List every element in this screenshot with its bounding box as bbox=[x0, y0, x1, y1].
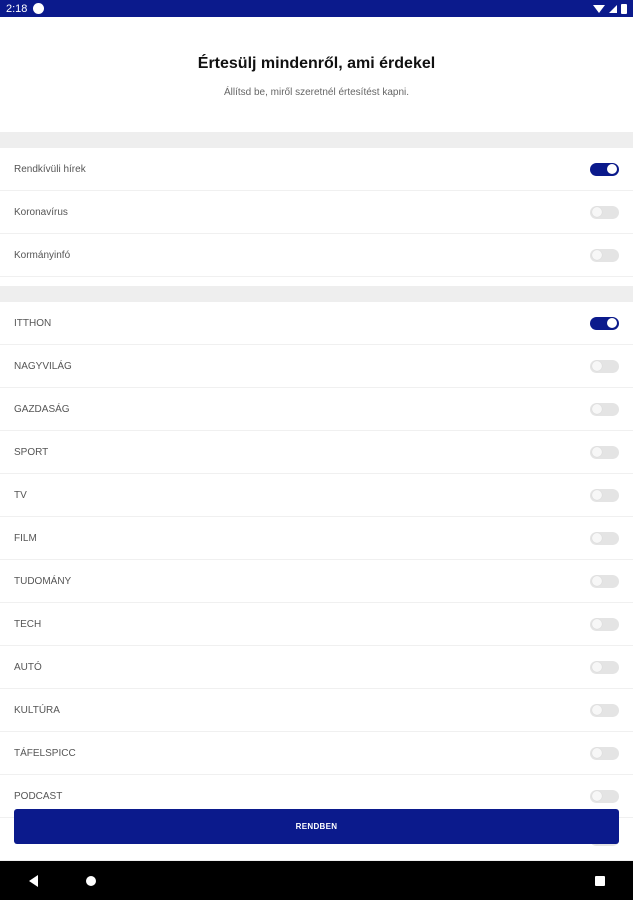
back-icon[interactable] bbox=[29, 875, 38, 887]
toggle-knob bbox=[592, 662, 602, 672]
page-subtitle: Állítsd be, miről szeretnél értesítést k… bbox=[223, 87, 410, 98]
notification-row[interactable]: TV bbox=[0, 474, 633, 517]
status-bar: 2:18 bbox=[0, 0, 633, 17]
notification-toggle[interactable] bbox=[590, 746, 619, 760]
notification-toggle[interactable] bbox=[590, 162, 619, 176]
notification-row[interactable]: TÁFELSPICC bbox=[0, 732, 633, 775]
notification-toggle[interactable] bbox=[590, 205, 619, 219]
notification-row[interactable]: Kormányinfó bbox=[0, 234, 633, 277]
notification-toggle[interactable] bbox=[590, 531, 619, 545]
notification-row-label: TV bbox=[14, 489, 27, 501]
notification-row[interactable]: Rendkívüli hírek bbox=[0, 148, 633, 191]
notification-toggle[interactable] bbox=[590, 248, 619, 262]
section-divider bbox=[0, 132, 633, 148]
section-divider bbox=[0, 286, 633, 302]
toggle-knob bbox=[592, 447, 602, 457]
notification-toggle[interactable] bbox=[590, 316, 619, 330]
toggle-knob bbox=[607, 164, 617, 174]
notification-row-label: Rendkívüli hírek bbox=[14, 163, 86, 175]
toggle-knob bbox=[592, 361, 602, 371]
notification-toggle[interactable] bbox=[590, 703, 619, 717]
toggle-knob bbox=[592, 619, 602, 629]
notification-row-label: PODCAST bbox=[14, 790, 63, 802]
ok-button[interactable]: RENDBEN bbox=[14, 809, 619, 844]
signal-icon bbox=[609, 4, 617, 13]
home-icon[interactable] bbox=[86, 876, 96, 886]
toggle-knob bbox=[592, 207, 602, 217]
notification-toggle[interactable] bbox=[590, 488, 619, 502]
toggle-knob bbox=[592, 533, 602, 543]
status-time: 2:18 bbox=[6, 2, 28, 15]
notification-row-label: FILM bbox=[14, 532, 37, 544]
toggle-knob bbox=[592, 250, 602, 260]
toggle-knob bbox=[592, 576, 602, 586]
toggle-knob bbox=[592, 404, 602, 414]
notification-toggle[interactable] bbox=[590, 359, 619, 373]
notification-row[interactable]: FILM bbox=[0, 517, 633, 560]
toggle-knob bbox=[607, 318, 617, 328]
notification-toggle[interactable] bbox=[590, 660, 619, 674]
toggle-knob bbox=[592, 791, 602, 801]
page-title: Értesülj mindenről, ami érdekel bbox=[197, 55, 436, 72]
notification-toggle[interactable] bbox=[590, 574, 619, 588]
recents-icon[interactable] bbox=[595, 876, 605, 886]
notification-row[interactable]: ITTHON bbox=[0, 302, 633, 345]
notification-row-label: Koronavírus bbox=[14, 206, 68, 218]
notification-row-label: ITTHON bbox=[14, 317, 52, 329]
notification-row-label: TUDOMÁNY bbox=[14, 575, 72, 587]
notification-app-icon bbox=[33, 3, 45, 14]
notification-toggle[interactable] bbox=[590, 445, 619, 459]
wifi-icon bbox=[593, 4, 605, 13]
notification-toggle[interactable] bbox=[590, 617, 619, 631]
notification-toggle[interactable] bbox=[590, 789, 619, 803]
notification-row-label: KULTÚRA bbox=[14, 704, 60, 716]
toggle-knob bbox=[592, 490, 602, 500]
notification-row[interactable]: SPORT bbox=[0, 431, 633, 474]
notification-row[interactable]: AUTÓ bbox=[0, 646, 633, 689]
notification-row-label: Kormányinfó bbox=[14, 249, 71, 261]
notification-group-categories: ITTHON NAGYVILÁG GAZDASÁG SPORT TV FILM TUDOMÁ… bbox=[0, 302, 633, 861]
navigation-bar bbox=[0, 861, 633, 900]
notification-row-label: TÁFELSPICC bbox=[14, 747, 76, 759]
page-header: Értesülj mindenről, ami érdekel Állítsd … bbox=[0, 17, 633, 132]
toggle-knob bbox=[592, 748, 602, 758]
notification-row-label: GAZDASÁG bbox=[14, 403, 70, 415]
battery-icon bbox=[621, 3, 627, 14]
notification-group-main: Rendkívüli hírek Koronavírus Kormányinfó bbox=[0, 148, 633, 277]
notification-row[interactable]: Koronavírus bbox=[0, 191, 633, 234]
notification-row-label: SPORT bbox=[14, 446, 49, 458]
notification-row-label: AUTÓ bbox=[14, 661, 42, 673]
notification-row[interactable]: TECH bbox=[0, 603, 633, 646]
notification-row[interactable]: GAZDASÁG bbox=[0, 388, 633, 431]
toggle-knob bbox=[592, 705, 602, 715]
notification-row[interactable]: TUDOMÁNY bbox=[0, 560, 633, 603]
notification-row[interactable]: NAGYVILÁG bbox=[0, 345, 633, 388]
notification-row-label: TECH bbox=[14, 618, 42, 630]
notification-row[interactable]: KULTÚRA bbox=[0, 689, 633, 732]
notification-toggle[interactable] bbox=[590, 402, 619, 416]
notification-row-label: NAGYVILÁG bbox=[14, 360, 72, 372]
